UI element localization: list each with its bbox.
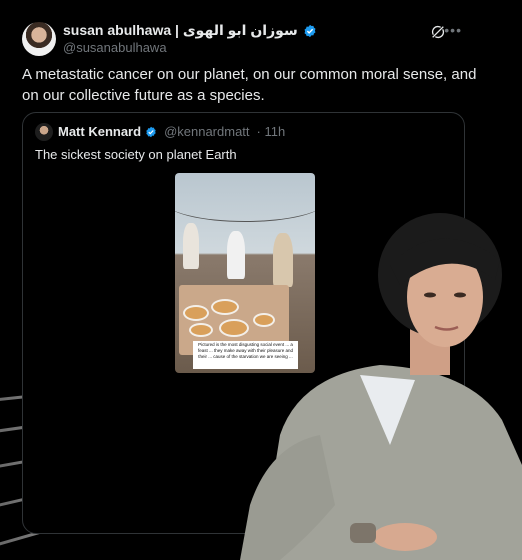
tweet: susan abulhawa | سوزان ابو الهوى @susana…: [0, 0, 522, 560]
food-dish: [183, 305, 209, 321]
tweet-text: A metastatic cancer on our planet, on ou…: [22, 66, 477, 104]
quoted-author-name[interactable]: Matt Kennard: [58, 124, 141, 139]
quoted-author-avatar[interactable]: [35, 123, 53, 141]
person-figure: [183, 223, 199, 269]
portrait-overlay-image: [240, 213, 522, 560]
quoted-author-handle[interactable]: @kennardmatt: [164, 124, 249, 139]
quoted-author-row: Matt Kennard @kennardmatt · 11h: [58, 124, 285, 139]
food-dish: [211, 299, 239, 315]
author-name-row: susan abulhawa | سوزان ابو الهوى: [63, 22, 317, 39]
quoted-timestamp[interactable]: · 11h: [257, 124, 286, 139]
more-icon[interactable]: •••: [444, 22, 462, 38]
author-avatar[interactable]: [22, 22, 56, 56]
verified-badge-icon: [146, 126, 156, 137]
author-display-name[interactable]: susan abulhawa | سوزان ابو الهوى: [63, 22, 298, 39]
quoted-tweet-text: The sickest society on planet Earth: [35, 147, 237, 162]
author-handle[interactable]: @susanabulhawa: [63, 40, 167, 55]
verified-badge-icon: [304, 24, 316, 37]
food-dish: [189, 323, 213, 337]
